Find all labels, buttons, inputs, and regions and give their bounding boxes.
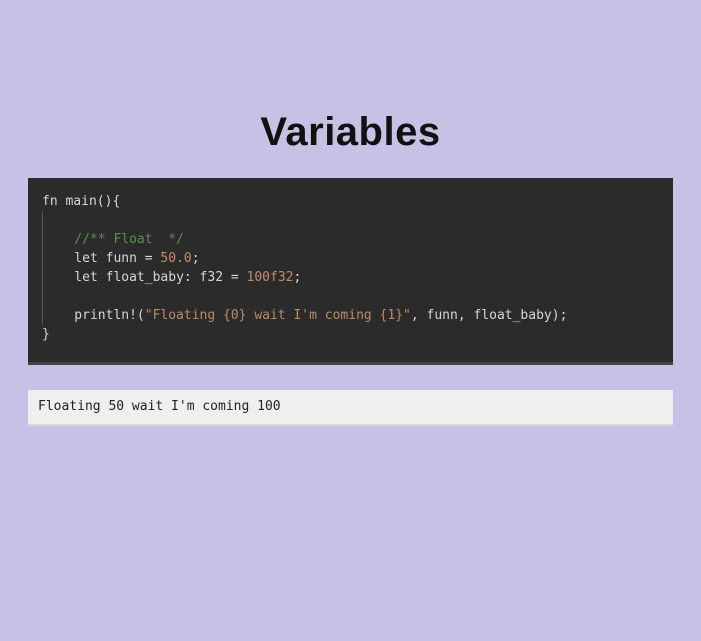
page-title: Variables	[0, 110, 701, 155]
code-line-let-float-baby: let float_baby: f32 = 100f32;	[43, 270, 301, 285]
comment-float: //** Float */	[43, 232, 184, 247]
text: ;	[293, 270, 301, 285]
text: funn =	[98, 251, 161, 266]
text: =	[223, 270, 246, 285]
string-literal: "Floating {0} wait I'm coming {1}"	[145, 308, 411, 323]
number-literal: 50.0	[160, 251, 191, 266]
code-block: fn main(){ //** Float */ let funn = 50.0…	[28, 178, 673, 365]
code-body: //** Float */ let funn = 50.0; let float…	[42, 211, 659, 325]
code-content: fn main(){ //** Float */ let funn = 50.0…	[42, 192, 659, 344]
keyword-let: let	[43, 270, 98, 285]
macro-println: println!	[43, 308, 137, 323]
type-f32: f32	[200, 270, 223, 285]
keyword-let: let	[43, 251, 98, 266]
text: float_baby:	[98, 270, 200, 285]
output-text: Floating 50 wait I'm coming 100	[38, 398, 663, 416]
text: , funn, float_baby);	[411, 308, 568, 323]
closing-brace: }	[42, 327, 50, 342]
fn-name: main(){	[58, 194, 121, 209]
number-literal: 100f32	[247, 270, 294, 285]
output-block: Floating 50 wait I'm coming 100	[28, 390, 673, 426]
text: (	[137, 308, 145, 323]
keyword-fn: fn	[42, 194, 58, 209]
text: ;	[192, 251, 200, 266]
code-line-println: println!("Floating {0} wait I'm coming {…	[43, 308, 567, 323]
code-line-fn-decl: fn main(){	[42, 194, 120, 209]
slide-page: Variables fn main(){ //** Float */ let f…	[0, 0, 701, 641]
code-line-let-funn: let funn = 50.0;	[43, 251, 200, 266]
